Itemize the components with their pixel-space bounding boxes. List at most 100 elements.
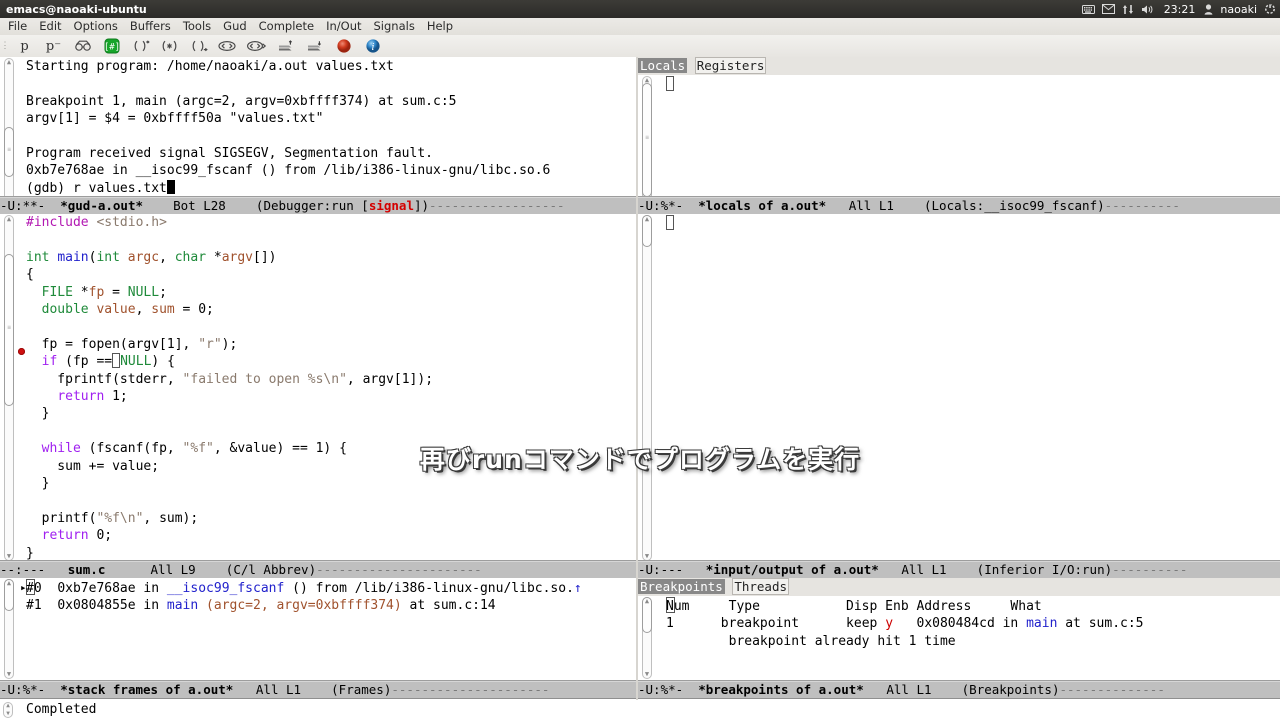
gdb-prompt: (gdb)	[26, 180, 73, 196]
breakpoints-table[interactable]: Num Type Disp Enb Address What 1 breakpo…	[666, 597, 1278, 650]
gud-modeline-mode-prefix: (Debugger:run [	[255, 198, 369, 213]
gud-info-icon[interactable]: i	[358, 35, 387, 57]
locals-window: Locals Registers ≡ ▲ ▼	[638, 57, 1280, 214]
stack-modeline-buffer: *stack frames of a.out*	[60, 682, 234, 697]
echo-area[interactable]: Completed	[0, 700, 1280, 720]
stack-modeline-flags: -U:%*-	[0, 682, 46, 697]
menu-item-inout[interactable]: In/Out	[320, 18, 367, 35]
gud-modeline[interactable]: -U:**- *gud-a.out* Bot L28 (Debugger:run…	[0, 196, 636, 215]
menu-item-complete[interactable]: Complete	[253, 18, 320, 35]
bp-enb[interactable]: y	[885, 616, 893, 631]
tab-threads[interactable]: Threads	[732, 578, 790, 595]
system-tray: 23:21 naoaki	[1081, 0, 1276, 18]
tab-breakpoints[interactable]: Breakpoints	[638, 579, 725, 594]
locals-modeline[interactable]: -U:%*- *locals of a.out* All L1 (Locals:…	[638, 196, 1280, 215]
gear-power-icon[interactable]	[1264, 3, 1276, 15]
stack-row-0-addr: 0xb7e768ae	[57, 581, 136, 596]
menu-item-edit[interactable]: Edit	[33, 18, 67, 35]
scroll-up-arrow[interactable]: ▲	[643, 76, 651, 85]
echo-message: Completed	[26, 702, 97, 717]
io-modeline[interactable]: -U:--- *input/output of a.out* All L1 (I…	[638, 560, 1280, 579]
scroll-up-arrow[interactable]: ▲	[643, 215, 651, 224]
source-scrollbar[interactable]: ≡ ▲ ▼	[2, 214, 16, 562]
stack-row-0-in: in	[143, 581, 160, 596]
menu-item-signals[interactable]: Signals	[368, 18, 421, 35]
scroll-up-arrow[interactable]: ▲	[643, 597, 651, 606]
stack-scrollbar[interactable]: ▲ ▼	[2, 578, 16, 680]
source-modeline[interactable]: --:--- sum.c All L9 (C/l Abbrev)--------…	[0, 560, 636, 579]
menu-item-buffers[interactable]: Buffers	[124, 18, 177, 35]
stack-row-1[interactable]: #1 0x0804855e in main (argc=2, argv=0xbf…	[26, 598, 496, 613]
gud-finish-icon[interactable]	[184, 35, 213, 57]
breakpoints-scrollbar[interactable]: ▲ ▼	[640, 596, 654, 680]
col-address: Address	[916, 599, 972, 614]
tab-locals[interactable]: Locals	[638, 58, 688, 73]
stack-modeline-mode: (Frames)	[331, 682, 392, 697]
io-modeline-position: All L1	[901, 562, 947, 577]
locals-content[interactable]	[666, 76, 1278, 93]
gud-line-5: Program received signal SIGSEGV, Segment…	[26, 146, 433, 162]
breakpoints-modeline[interactable]: -U:%*- *breakpoints of a.out* All L1 (Br…	[638, 680, 1280, 699]
scroll-up-arrow[interactable]: ▲	[5, 58, 13, 67]
gud-step-icon[interactable]	[155, 35, 184, 57]
breakpoints-header-row: Num Type Disp Enb Address What	[666, 597, 1042, 614]
bp-num: 1	[666, 616, 674, 632]
gud-line-3: argv[1] = $4 = 0xbffff50a "values.txt"	[26, 111, 324, 127]
tab-registers[interactable]: Registers	[694, 57, 767, 74]
scroll-up-arrow[interactable]: ▲	[5, 579, 13, 588]
stack-modeline-position: All L1	[255, 682, 302, 697]
locals-modeline-mode: (Locals:__isoc99_fscanf)	[924, 198, 1105, 213]
stack-row-0[interactable]: #0 0xb7e768ae in __isoc99_fscanf () from…	[26, 579, 582, 596]
io-modeline-buffer: *input/output of a.out*	[705, 562, 879, 577]
locals-scrollbar[interactable]: ≡ ▲ ▼	[640, 75, 654, 214]
gud-run-icon[interactable]: [#]	[97, 35, 126, 57]
menu-item-tools[interactable]: Tools	[177, 18, 217, 35]
gud-print-star-icon[interactable]: p⁻	[39, 35, 68, 57]
menu-item-file[interactable]: File	[0, 18, 33, 35]
toolbar-grip[interactable]: ⋮	[0, 35, 10, 57]
locals-modeline-position: All L1	[848, 198, 894, 213]
stack-row-1-addr: 0x0804855e	[57, 598, 136, 614]
gud-until-icon[interactable]	[213, 35, 242, 57]
gud-print-icon[interactable]: p	[10, 35, 39, 57]
clock[interactable]: 23:21	[1162, 3, 1198, 16]
gud-stop-icon[interactable]	[329, 35, 358, 57]
network-updown-icon[interactable]	[1122, 4, 1134, 15]
breakpoint-marker-icon[interactable]	[18, 348, 25, 355]
gud-up-icon[interactable]	[271, 35, 300, 57]
table-row[interactable]: 1 breakpoint keep y 0x080484cd in main a…	[666, 616, 1144, 631]
gud-scrollbar[interactable]: ≡ ▲ ▼	[2, 57, 16, 214]
scroll-down-arrow[interactable]: ▼	[5, 670, 13, 679]
scroll-up-arrow[interactable]: ▲	[5, 215, 13, 224]
stack-frames-list[interactable]: #0 0xb7e768ae in __isoc99_fscanf () from…	[26, 579, 634, 615]
echo-scrollbar[interactable]: ▲ ▼	[2, 702, 14, 718]
stack-row-0-truncated: ↑	[573, 581, 582, 596]
gud-down-icon[interactable]	[300, 35, 329, 57]
gud-watch-icon[interactable]	[68, 35, 97, 57]
volume-icon[interactable]	[1141, 4, 1155, 15]
bp-type: breakpoint	[720, 616, 800, 632]
gud-cont-icon[interactable]	[242, 35, 271, 57]
gud-output[interactable]: Starting program: /home/naoaki/a.out val…	[26, 58, 634, 197]
io-content[interactable]	[666, 215, 1278, 232]
svg-text:[#]: [#]	[104, 43, 120, 53]
username[interactable]: naoaki	[1220, 3, 1257, 16]
source-code[interactable]: #include <stdio.h> int main(int argc, ch…	[26, 214, 634, 562]
gdb-command-input[interactable]: r values.txt	[73, 181, 167, 196]
gud-next-icon[interactable]	[126, 35, 155, 57]
stack-row-1-func: main	[166, 598, 199, 614]
menu-item-help[interactable]: Help	[421, 18, 459, 35]
locals-tab-bar: Locals Registers	[638, 57, 1280, 75]
scroll-down-arrow[interactable]: ▼	[643, 670, 651, 679]
mail-icon[interactable]	[1101, 4, 1115, 14]
menu-item-options[interactable]: Options	[68, 18, 124, 35]
stack-modeline[interactable]: -U:%*- *stack frames of a.out* All L1 (F…	[0, 680, 636, 699]
keyboard-icon[interactable]	[1081, 4, 1095, 14]
menu-item-gud[interactable]: Gud	[217, 18, 253, 35]
io-scrollbar[interactable]: ▲ ▼	[640, 214, 654, 562]
source-window: ≡ ▲ ▼ #include <stdio.h> int main(int ar…	[0, 214, 636, 562]
stack-row-1-rest: at sum.c:14	[401, 598, 496, 614]
bp-what-func: main	[1026, 616, 1058, 632]
user-icon[interactable]	[1204, 3, 1213, 15]
col-disp: Disp	[846, 599, 878, 614]
